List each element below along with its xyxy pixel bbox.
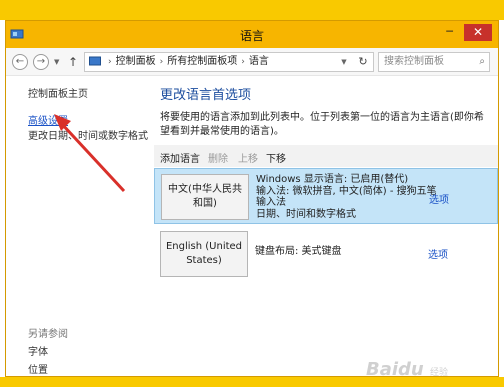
input-method-info: 输入法: 微软拼音, 中文(简体) - 搜狗五笔 <box>256 185 437 197</box>
address-bar[interactable]: › 控制面板 › 所有控制面板项 › 语言 <box>84 52 374 72</box>
forward-button[interactable]: → <box>33 54 49 70</box>
keyboard-layout-info: 键盘布局: 美式键盘 <box>255 246 342 257</box>
language-row-english[interactable]: English (United States) 键盘布局: 美式键盘 选项 <box>154 224 498 280</box>
page-description: 将要使用的语言添加到此列表中。位于列表第一位的语言为主语言(即你希望看到并最常使… <box>160 112 484 137</box>
add-language-button[interactable]: 添加语言 <box>160 150 200 165</box>
language-toolbar: 添加语言 删除 上移 下移 <box>154 145 498 167</box>
move-down-button[interactable]: 下移 <box>266 150 286 165</box>
sidebar-link-advanced-settings[interactable]: 高级设置 <box>28 112 68 127</box>
options-link-chinese[interactable]: 选项 <box>429 191 449 206</box>
options-link-english[interactable]: 选项 <box>428 246 448 261</box>
date-format-info: 日期、时间和数字格式 <box>256 208 356 220</box>
baidu-watermark: Baidu 经验 <box>366 359 449 377</box>
title-bar[interactable]: 语言 ─ ✕ <box>6 21 498 48</box>
language-window: 语言 ─ ✕ ← → ▼ ↑ › 控制面板 › 所有控制面板项 › 语言 ▼ ↻ 搜索控制… <box>5 20 499 377</box>
breadcrumb-separator: › <box>159 57 164 67</box>
sidebar-link-font[interactable]: 字体 <box>28 343 48 358</box>
breadcrumb-control-panel[interactable]: 控制面板 <box>116 56 156 67</box>
window-title: 语言 <box>239 29 264 43</box>
up-button[interactable]: ↑ <box>68 54 78 70</box>
language-name-button[interactable]: 中文(中华人民共和国) <box>161 174 249 220</box>
language-details: 键盘布局: 美式键盘 <box>255 246 342 258</box>
sidebar-link-location[interactable]: 位置 <box>28 361 48 376</box>
language-row-chinese[interactable]: 中文(中华人民共和国) Windows 显示语言: 已启用(替代) 输入法: 微… <box>154 168 498 224</box>
watermark-subtext: 经验 <box>430 368 449 377</box>
page-heading: 更改语言首选项 <box>160 88 252 103</box>
breadcrumb-language[interactable]: 语言 <box>249 56 269 67</box>
move-up-button[interactable]: 上移 <box>238 150 258 165</box>
top-banner <box>0 0 504 20</box>
address-dropdown-button[interactable]: ▼ <box>337 52 351 72</box>
language-name-button[interactable]: English (United States) <box>160 231 248 277</box>
sidebar-link-home[interactable]: 控制面板主页 <box>28 85 88 100</box>
see-also-label: 另请参阅 <box>28 329 68 340</box>
language-details: Windows 显示语言: 已启用(替代) 输入法: 微软拼音, 中文(简体) … <box>256 174 437 220</box>
breadcrumb-all-items[interactable]: 所有控制面板项 <box>167 56 237 67</box>
display-language-status: Windows 显示语言: 已启用(替代) <box>256 174 409 185</box>
bottom-banner <box>0 377 504 387</box>
remove-language-button[interactable]: 删除 <box>208 150 228 165</box>
breadcrumb-separator: › <box>108 57 112 67</box>
search-placeholder: 搜索控制面板 <box>384 56 444 67</box>
address-row: ← → ▼ ↑ › 控制面板 › 所有控制面板项 › 语言 ▼ ↻ 搜索控制面板 ⌕ <box>6 48 498 76</box>
input-method-info-cont: 输入法 <box>256 197 286 208</box>
breadcrumb-separator: › <box>241 57 245 67</box>
refresh-button[interactable]: ↻ <box>352 52 374 72</box>
close-button[interactable]: ✕ <box>464 24 492 41</box>
search-icon[interactable]: ⌕ <box>479 53 485 71</box>
back-button[interactable]: ← <box>12 54 28 70</box>
watermark-text: Baidu <box>366 359 424 377</box>
control-panel-icon <box>89 56 101 66</box>
recent-locations-dropdown[interactable]: ▼ <box>54 54 59 70</box>
search-input[interactable]: 搜索控制面板 ⌕ <box>378 52 490 72</box>
sidebar-link-date-format[interactable]: 更改日期、时间或数字格式 <box>28 127 148 142</box>
minimize-button[interactable]: ─ <box>438 24 461 40</box>
